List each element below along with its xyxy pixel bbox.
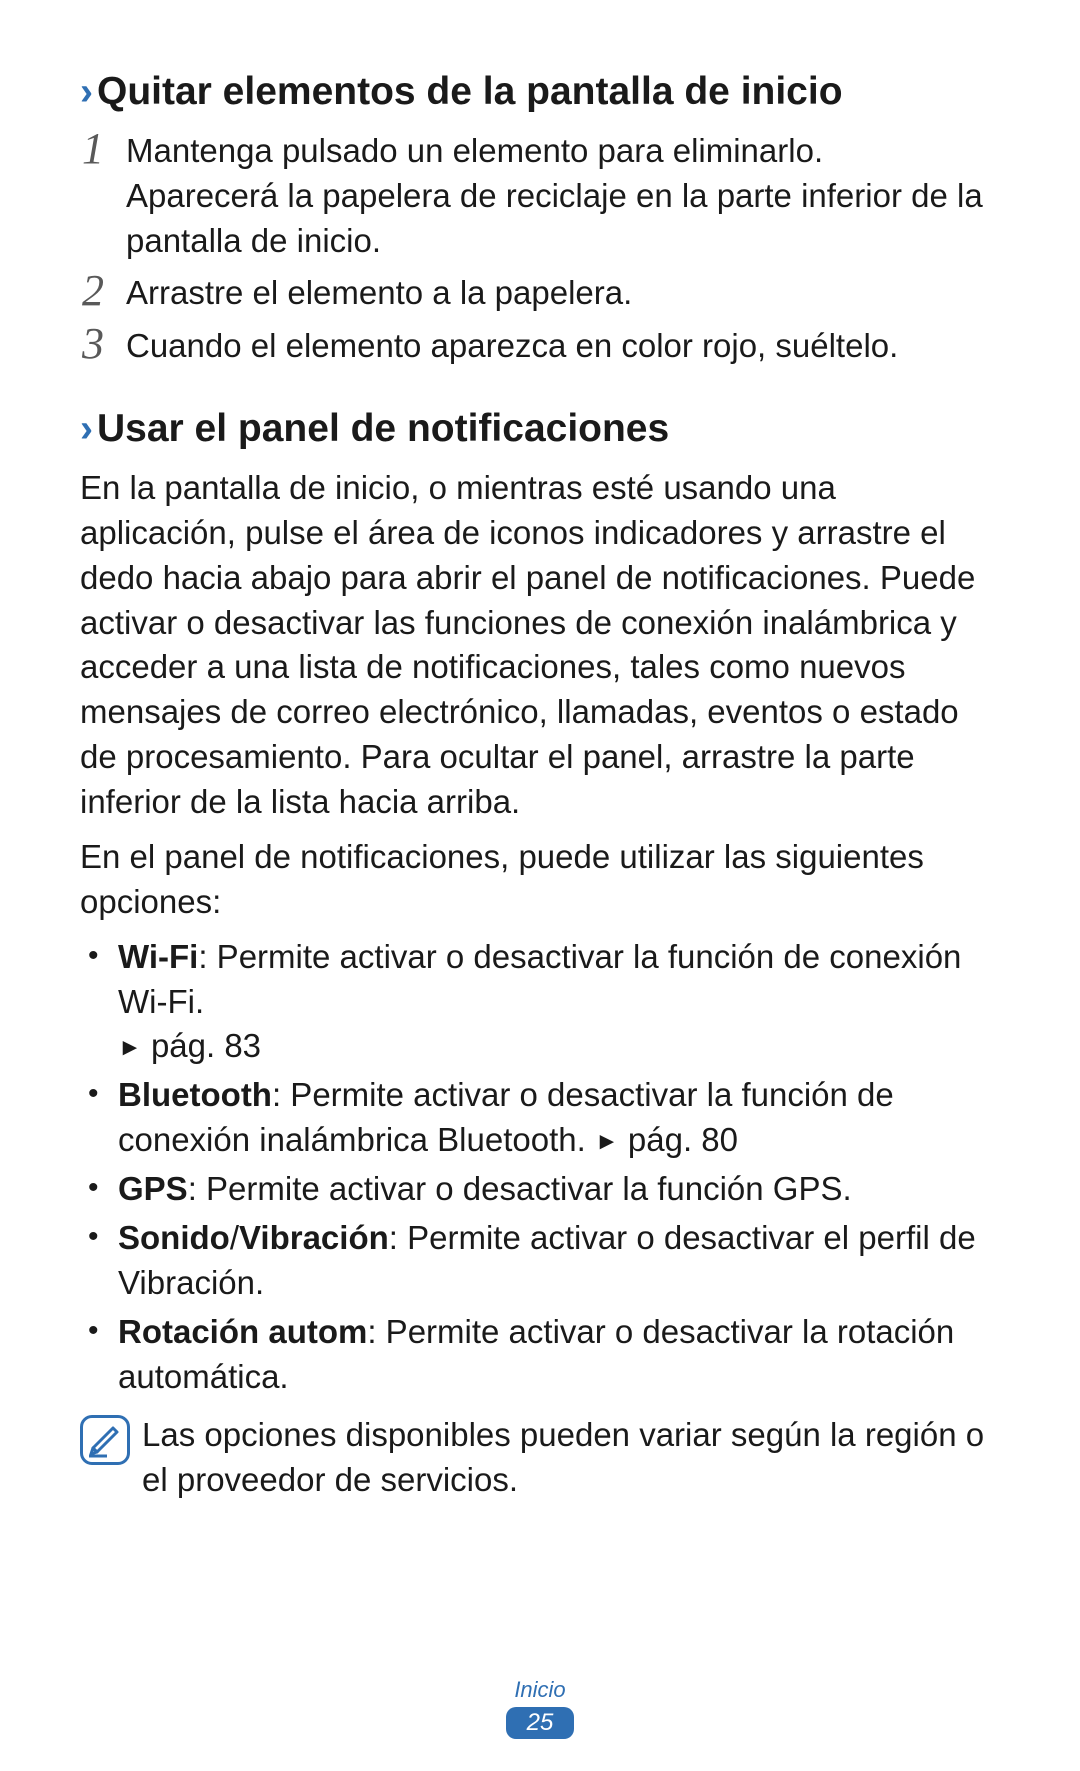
- step-body: Cuando el elemento aparezca en color roj…: [122, 324, 1000, 369]
- chevron-icon: ›: [80, 407, 93, 450]
- step-number: 2: [82, 269, 122, 313]
- bullet-wifi: • Wi-Fi: Permite activar o desactivar la…: [88, 935, 1000, 1070]
- bullet-icon: •: [88, 935, 118, 977]
- bullet-body: GPS: Permite activar o desactivar la fun…: [118, 1167, 1000, 1212]
- bullet-rest: : Permite activar o desactivar la funció…: [188, 1170, 852, 1207]
- bullet-icon: •: [88, 1073, 118, 1115]
- bullet-auto-rotation: • Rotación autom: Permite activar o desa…: [88, 1310, 1000, 1400]
- chevron-icon: ›: [80, 70, 93, 113]
- bullet-icon: •: [88, 1167, 118, 1209]
- page-ref: pág. 83: [151, 1027, 261, 1064]
- bullet-bold2: Vibración: [239, 1219, 389, 1256]
- note-icon-cell: [80, 1413, 142, 1465]
- step-line: Arrastre el elemento a la papelera.: [126, 271, 1000, 316]
- triangle-icon: ►: [118, 1034, 142, 1061]
- page-footer: Inicio 25: [0, 1677, 1080, 1739]
- note-icon: [80, 1415, 130, 1465]
- bullet-bold: Sonido: [118, 1219, 230, 1256]
- footer-section-label: Inicio: [0, 1677, 1080, 1703]
- step-line: Aparecerá la papelera de reciclaje en la…: [126, 174, 1000, 264]
- bullet-icon: •: [88, 1216, 118, 1258]
- bullet-bold: GPS: [118, 1170, 188, 1207]
- heading-text: Quitar elementos de la pantalla de inici…: [97, 70, 843, 113]
- step-line: Mantenga pulsado un elemento para elimin…: [126, 129, 1000, 174]
- step-line: Cuando el elemento aparezca en color roj…: [126, 324, 1000, 369]
- step-body: Mantenga pulsado un elemento para elimin…: [122, 129, 1000, 264]
- bullet-icon: •: [88, 1310, 118, 1352]
- bullet-body: Wi-Fi: Permite activar o desactivar la f…: [118, 935, 1000, 1070]
- bullet-bluetooth: • Bluetooth: Permite activar o desactiva…: [88, 1073, 1000, 1163]
- step-number: 1: [82, 127, 122, 171]
- bullet-sound-vibration: • Sonido/Vibración: Permite activar o de…: [88, 1216, 1000, 1306]
- page-ref: pág. 80: [628, 1121, 738, 1158]
- page-number-badge: 25: [506, 1707, 574, 1739]
- heading-text: Usar el panel de notificaciones: [97, 407, 669, 450]
- bullet-body: Rotación autom: Permite activar o desact…: [118, 1310, 1000, 1400]
- bullet-bold: Bluetooth: [118, 1076, 272, 1113]
- slash: /: [230, 1219, 239, 1256]
- bullet-body: Bluetooth: Permite activar o desactivar …: [118, 1073, 1000, 1163]
- bullet-bold: Wi-Fi: [118, 938, 198, 975]
- bullet-gps: • GPS: Permite activar o desactivar la f…: [88, 1167, 1000, 1212]
- bullet-rest: : Permite activar o desactivar la funció…: [118, 938, 961, 1020]
- heading-notifications-panel: ›Usar el panel de notificaciones: [80, 405, 1000, 454]
- note-block: Las opciones disponibles pueden variar s…: [80, 1413, 1000, 1503]
- step-3: 3 Cuando el elemento aparezca en color r…: [82, 324, 1000, 369]
- step-number: 3: [82, 322, 122, 366]
- step-2: 2 Arrastre el elemento a la papelera.: [82, 271, 1000, 316]
- paragraph: En el panel de notificaciones, puede uti…: [80, 835, 1000, 925]
- bullet-body: Sonido/Vibración: Permite activar o desa…: [118, 1216, 1000, 1306]
- step-1: 1 Mantenga pulsado un elemento para elim…: [82, 129, 1000, 264]
- triangle-icon: ►: [595, 1128, 619, 1155]
- heading-remove-items: ›Quitar elementos de la pantalla de inic…: [80, 68, 1000, 117]
- manual-page: ›Quitar elementos de la pantalla de inic…: [0, 0, 1080, 1771]
- paragraph: En la pantalla de inicio, o mientras est…: [80, 466, 1000, 825]
- step-body: Arrastre el elemento a la papelera.: [122, 271, 1000, 316]
- note-text: Las opciones disponibles pueden variar s…: [142, 1413, 1000, 1503]
- bullet-bold: Rotación autom: [118, 1313, 367, 1350]
